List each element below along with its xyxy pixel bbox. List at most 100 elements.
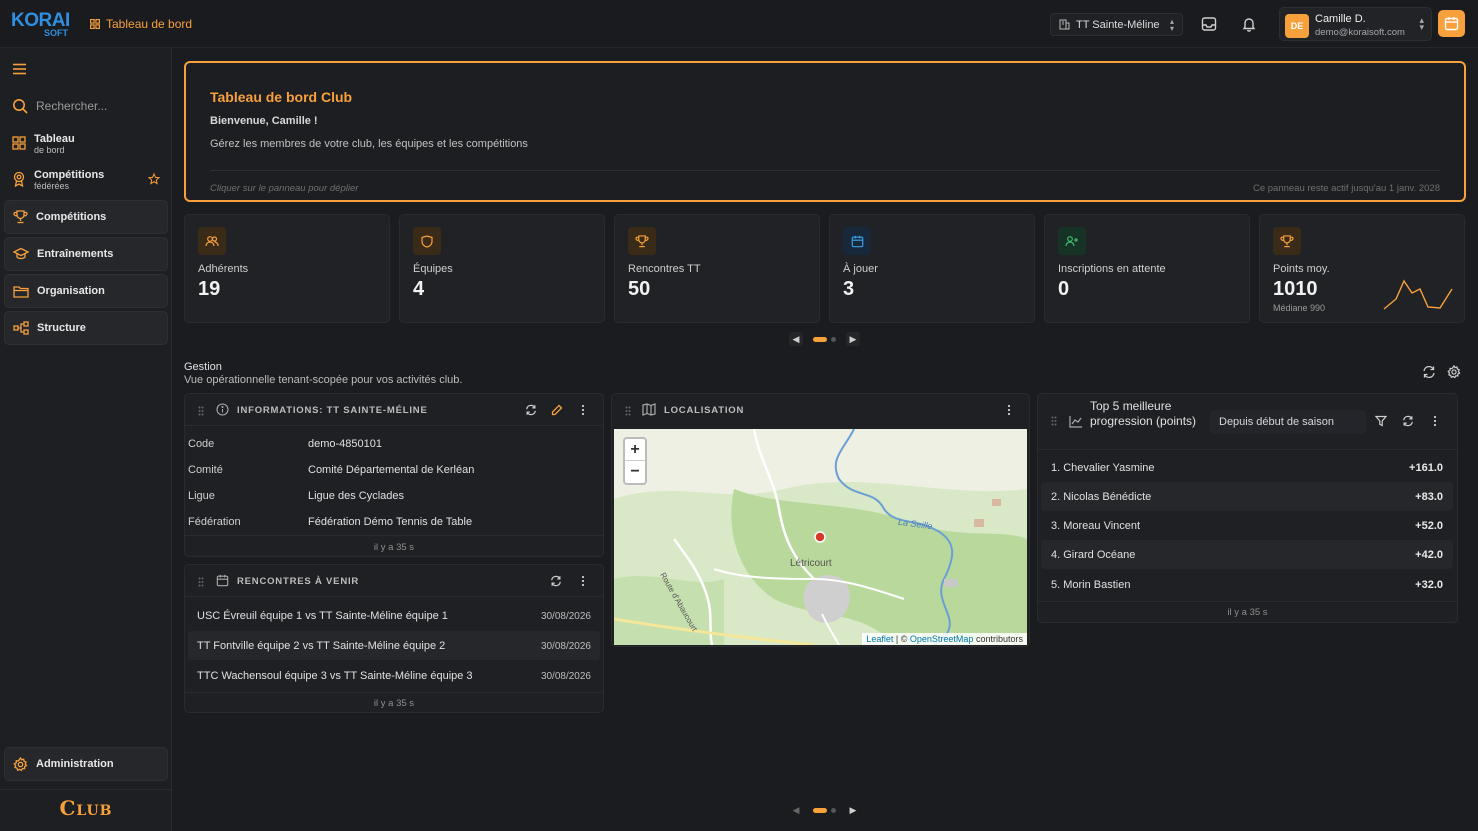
ranking-row[interactable]: 5. Morin Bastien +32.0 (1041, 570, 1453, 599)
refresh-icon[interactable] (525, 404, 537, 416)
edit-icon[interactable] (551, 404, 563, 416)
sidebar-item-structure[interactable]: Structure (4, 311, 168, 345)
users-icon (198, 227, 226, 255)
ranking-row[interactable]: 3. Moreau Vincent +52.0 (1041, 511, 1453, 540)
settings-icon[interactable] (1447, 364, 1461, 379)
more-vertical-icon[interactable] (577, 575, 589, 587)
ranking-row[interactable]: 4. Girard Océane +42.0 (1041, 540, 1453, 569)
upcoming-matches-panel: RENCONTRES À VENIR USC Évreuil équipe 1 … (184, 564, 604, 713)
folder-icon (13, 285, 29, 298)
match-teams: USC Évreuil équipe 1 vs TT Sainte-Méline… (197, 610, 448, 622)
stat-card-to-play[interactable]: À jouer 3 (829, 214, 1035, 323)
breadcrumb[interactable]: Tableau de bord (90, 17, 192, 31)
sidebar-item-dashboard[interactable]: Tableau de bord (4, 126, 168, 160)
zoom-in-button[interactable]: + (625, 439, 645, 461)
club-brand: Club (59, 796, 113, 820)
more-vertical-icon[interactable] (577, 404, 589, 416)
welcome-banner[interactable]: Tableau de bord Club Bienvenue, Camille … (184, 61, 1466, 202)
sidebar-item-label: Tableau (34, 133, 75, 145)
user-name: Camille D. (1315, 13, 1366, 25)
bell-icon[interactable] (1239, 14, 1259, 34)
stat-card-teams[interactable]: Équipes 4 (399, 214, 605, 323)
zoom-out-button[interactable]: − (625, 461, 645, 483)
filter-icon[interactable] (1374, 415, 1388, 430)
sidebar-item-federated-competitions[interactable]: Compétitions fédérées (4, 162, 168, 196)
user-plus-icon (1058, 227, 1086, 255)
osm-link[interactable]: OpenStreetMap (910, 634, 974, 644)
user-menu[interactable]: DE Camille D. demo@koraisoft.com ▴ ▾ (1279, 7, 1432, 41)
sidebar-item-trainings[interactable]: Entraînements (4, 237, 168, 271)
sidebar-item-label: Structure (37, 321, 86, 334)
stat-card-pending-registrations[interactable]: Inscriptions en attente 0 (1044, 214, 1250, 323)
sidebar: Rechercher... Tableau de bord Compétition… (0, 48, 172, 831)
match-row[interactable]: TTC Wachensoul équipe 3 vs TT Sainte-Mél… (188, 661, 600, 690)
more-vertical-icon[interactable] (1429, 415, 1441, 430)
stat-label: Inscriptions en attente (1058, 263, 1166, 275)
match-date: 30/08/2026 (540, 611, 591, 622)
trophy-icon (1273, 227, 1301, 255)
chevron-updown-icon: ▴ ▾ (1419, 15, 1424, 32)
trophy-icon (13, 210, 28, 224)
stat-card-members[interactable]: Adhérents 19 (184, 214, 390, 323)
refresh-icon[interactable] (550, 575, 562, 587)
sidebar-search[interactable]: Rechercher... (12, 98, 107, 114)
sidebar-item-administration[interactable]: Administration (4, 747, 168, 781)
gear-icon (13, 756, 28, 771)
stat-value: 50 (628, 278, 651, 300)
match-row[interactable]: TT Fontville équipe 2 vs TT Sainte-Mélin… (188, 631, 600, 660)
refresh-icon[interactable] (1402, 415, 1414, 430)
map-view[interactable]: Létricourt La Seille Route d'Abaucourt +… (614, 429, 1027, 645)
search-icon (13, 99, 28, 114)
drag-handle-icon[interactable] (198, 405, 204, 419)
drag-handle-icon[interactable] (625, 405, 631, 419)
banner-divider (210, 170, 1440, 171)
star-icon[interactable] (148, 173, 160, 185)
map-attribution: Leaflet | © OpenStreetMap contributors (862, 633, 1027, 645)
panel-updated: il y a 35 s (185, 692, 603, 712)
inbox-icon[interactable] (1199, 14, 1219, 34)
match-row[interactable]: USC Évreuil équipe 1 vs TT Sainte-Méline… (188, 601, 600, 630)
panel-title: LOCALISATION (664, 405, 745, 416)
map-zoom-control: + − (623, 437, 647, 485)
trophy-icon (628, 227, 656, 255)
stat-median: Médiane 990 (1273, 303, 1326, 313)
map-tiles (614, 429, 1027, 645)
pager-dot-active[interactable] (813, 807, 827, 813)
chart-line-icon (1069, 415, 1083, 431)
sidebar-item-label: Compétitions (36, 210, 107, 223)
pager-dot[interactable] (831, 336, 836, 342)
match-teams: TT Fontville équipe 2 vs TT Sainte-Mélin… (197, 640, 446, 652)
ranking-row[interactable]: 1. Chevalier Yasmine +161.0 (1041, 453, 1453, 482)
stat-card-average-points[interactable]: Points moy. 1010 Médiane 990 (1259, 214, 1465, 323)
tenant-select[interactable]: TT Sainte-Méline ▴ ▾ (1050, 13, 1183, 36)
sidebar-item-label: Compétitions (34, 169, 105, 181)
info-key: Fédération (188, 516, 241, 528)
pager-dot[interactable] (831, 807, 836, 813)
chevron-left-icon[interactable]: ◀ (789, 803, 803, 817)
leaflet-link[interactable]: Leaflet (866, 634, 893, 644)
refresh-icon[interactable] (1422, 365, 1436, 379)
stat-card-matches[interactable]: Rencontres TT 50 (614, 214, 820, 323)
chevron-right-icon[interactable]: ▶ (846, 332, 860, 346)
chevron-left-icon[interactable]: ◀ (789, 332, 803, 346)
chevron-right-icon[interactable]: ▶ (846, 803, 860, 817)
sidebar-item-competitions[interactable]: Compétitions (4, 200, 168, 234)
period-select[interactable]: Depuis début de saison (1210, 410, 1366, 434)
graduation-cap-icon (13, 247, 29, 260)
sidebar-item-organisation[interactable]: Organisation (4, 274, 168, 308)
logo-subtext: SOFT (44, 28, 68, 38)
info-row: Ligue Ligue des Cyclades (188, 482, 602, 508)
pager-dot-active[interactable] (813, 336, 827, 342)
more-vertical-icon[interactable] (1003, 404, 1015, 416)
calendar-button[interactable] (1438, 10, 1465, 37)
location-panel: LOCALISATION Létricourt La Seille Route … (611, 393, 1030, 647)
info-row: Fédération Fédération Démo Tennis de Tabl… (188, 508, 602, 534)
breadcrumb-label: Tableau de bord (106, 17, 193, 31)
stat-value: 1010 (1273, 278, 1318, 300)
app-logo[interactable]: KORAI SOFT (11, 10, 73, 40)
panel-header: INFORMATIONS: TT SAINTE-MÉLINE (185, 394, 603, 426)
drag-handle-icon[interactable] (198, 576, 204, 590)
ranking-row[interactable]: 2. Nicolas Bénédicte +83.0 (1041, 482, 1453, 511)
menu-icon[interactable] (12, 63, 27, 78)
drag-handle-icon[interactable] (1051, 415, 1057, 429)
